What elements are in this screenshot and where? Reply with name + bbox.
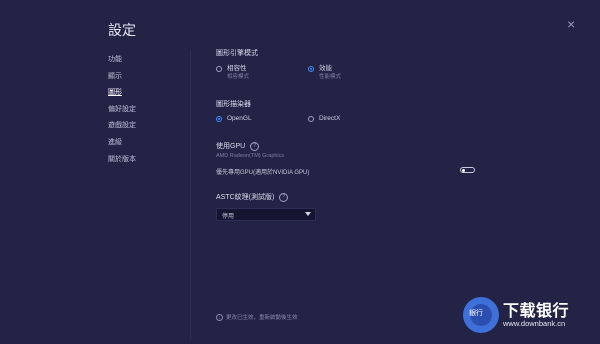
astc-select-value: 停用 [222,214,235,220]
nav-item-preferences[interactable]: 偏好設定 [108,102,136,119]
radio-circle-unchecked-icon [216,66,222,72]
settings-title: 設定 [108,22,136,38]
graphics-engine-title: 圖形引擎模式 [216,50,258,57]
renderer-directx-label: DirectX [319,115,341,122]
astc-title: ASTC紋理(測試版) [216,194,275,201]
astc-title-row: ASTC紋理(測試版) ? [216,192,289,202]
radio-circle-checked-icon [308,66,314,72]
nav-item-display[interactable]: 顯示 [108,69,136,86]
chevron-down-icon [305,212,311,216]
footer-note-text: 更改已生效，重新啟動後生效 [226,315,298,321]
watermark-badge: 銀行 [469,310,483,317]
engine-compat-text: 相容性 相容模式 [227,65,249,81]
engine-perf-text: 效能 性能模式 [319,65,341,81]
gpu-toggle-label: 優先專用GPU(適用於NVIDIA GPU) [216,170,310,176]
nav-divider [190,50,191,340]
close-icon[interactable]: × [567,16,575,32]
renderer-title: 圖形描染器 [216,101,251,108]
engine-perf-sub: 性能模式 [319,74,342,80]
gpu-name: AMD Radeon(TM) Graphics [216,153,285,159]
astc-select[interactable]: 停用 [216,208,316,221]
gpu-title-row: 使用GPU ? [216,141,260,151]
renderer-directx-radio[interactable]: DirectX [308,115,340,123]
footer-note: i 更改已生效，重新啟動後生效 [216,313,298,321]
toggle-knob [462,168,465,172]
watermark-url: www.downbank.cn [503,319,566,328]
nav-item-game-settings[interactable]: 遊戲設定 [108,118,136,135]
nav-item-features[interactable]: 功能 [108,52,136,69]
info-icon[interactable]: ? [279,192,289,202]
info-icon: i [216,313,223,321]
gpu-title: 使用GPU [216,143,246,150]
nav-item-graphics[interactable]: 圖形 [108,85,136,102]
info-icon[interactable]: ? [250,141,260,151]
engine-compat-label: 相容性 [227,65,247,72]
engine-perf-label: 效能 [319,65,332,72]
watermark-brand: 下载银行 [503,303,570,320]
engine-compat-sub: 相容模式 [227,74,250,80]
nav-item-advanced[interactable]: 進級 [108,135,136,152]
renderer-opengl-label: OpenGL [227,115,252,122]
radio-circle-unchecked-icon [308,116,314,122]
watermark: 銀行 下载银行 www.downbank.cn [463,293,600,344]
radio-circle-checked-icon [216,116,222,122]
settings-nav: 功能 顯示 圖形 偏好設定 遊戲設定 進級 關於版本 [108,52,136,168]
gpu-toggle[interactable] [460,167,475,173]
renderer-opengl-radio[interactable]: OpenGL [216,115,252,123]
engine-perf-radio[interactable]: 效能 性能模式 [308,65,341,81]
engine-compat-radio[interactable]: 相容性 相容模式 [216,65,249,81]
nav-item-about[interactable]: 關於版本 [108,152,136,169]
